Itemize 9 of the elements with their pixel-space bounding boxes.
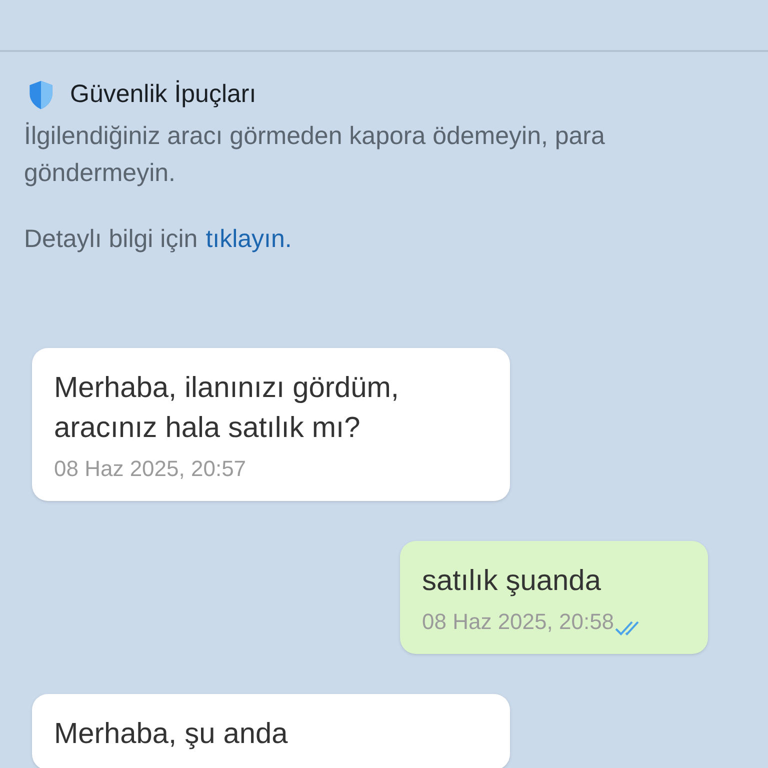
message-time: 08 Haz 2025, 20:58 (422, 608, 614, 636)
message-text: satılık şuanda (422, 564, 602, 599)
message-text: Merhaba, ilanınızı gördüm, aracınız hala satılık mı? (54, 371, 400, 446)
section-title: Güvenlik İpuçları (70, 79, 256, 110)
details-link[interactable]: tıklayın. (206, 220, 292, 258)
safety-text: İlgilendiğiniz aracı görmeden kapora ödemeyin, para göndermeyin. (24, 120, 606, 188)
message-time: 08 Haz 2025, 20:57 (54, 455, 246, 483)
message-text: Merhaba, şu anda (54, 717, 289, 752)
info-text: Detaylı bilgi için (24, 224, 198, 254)
